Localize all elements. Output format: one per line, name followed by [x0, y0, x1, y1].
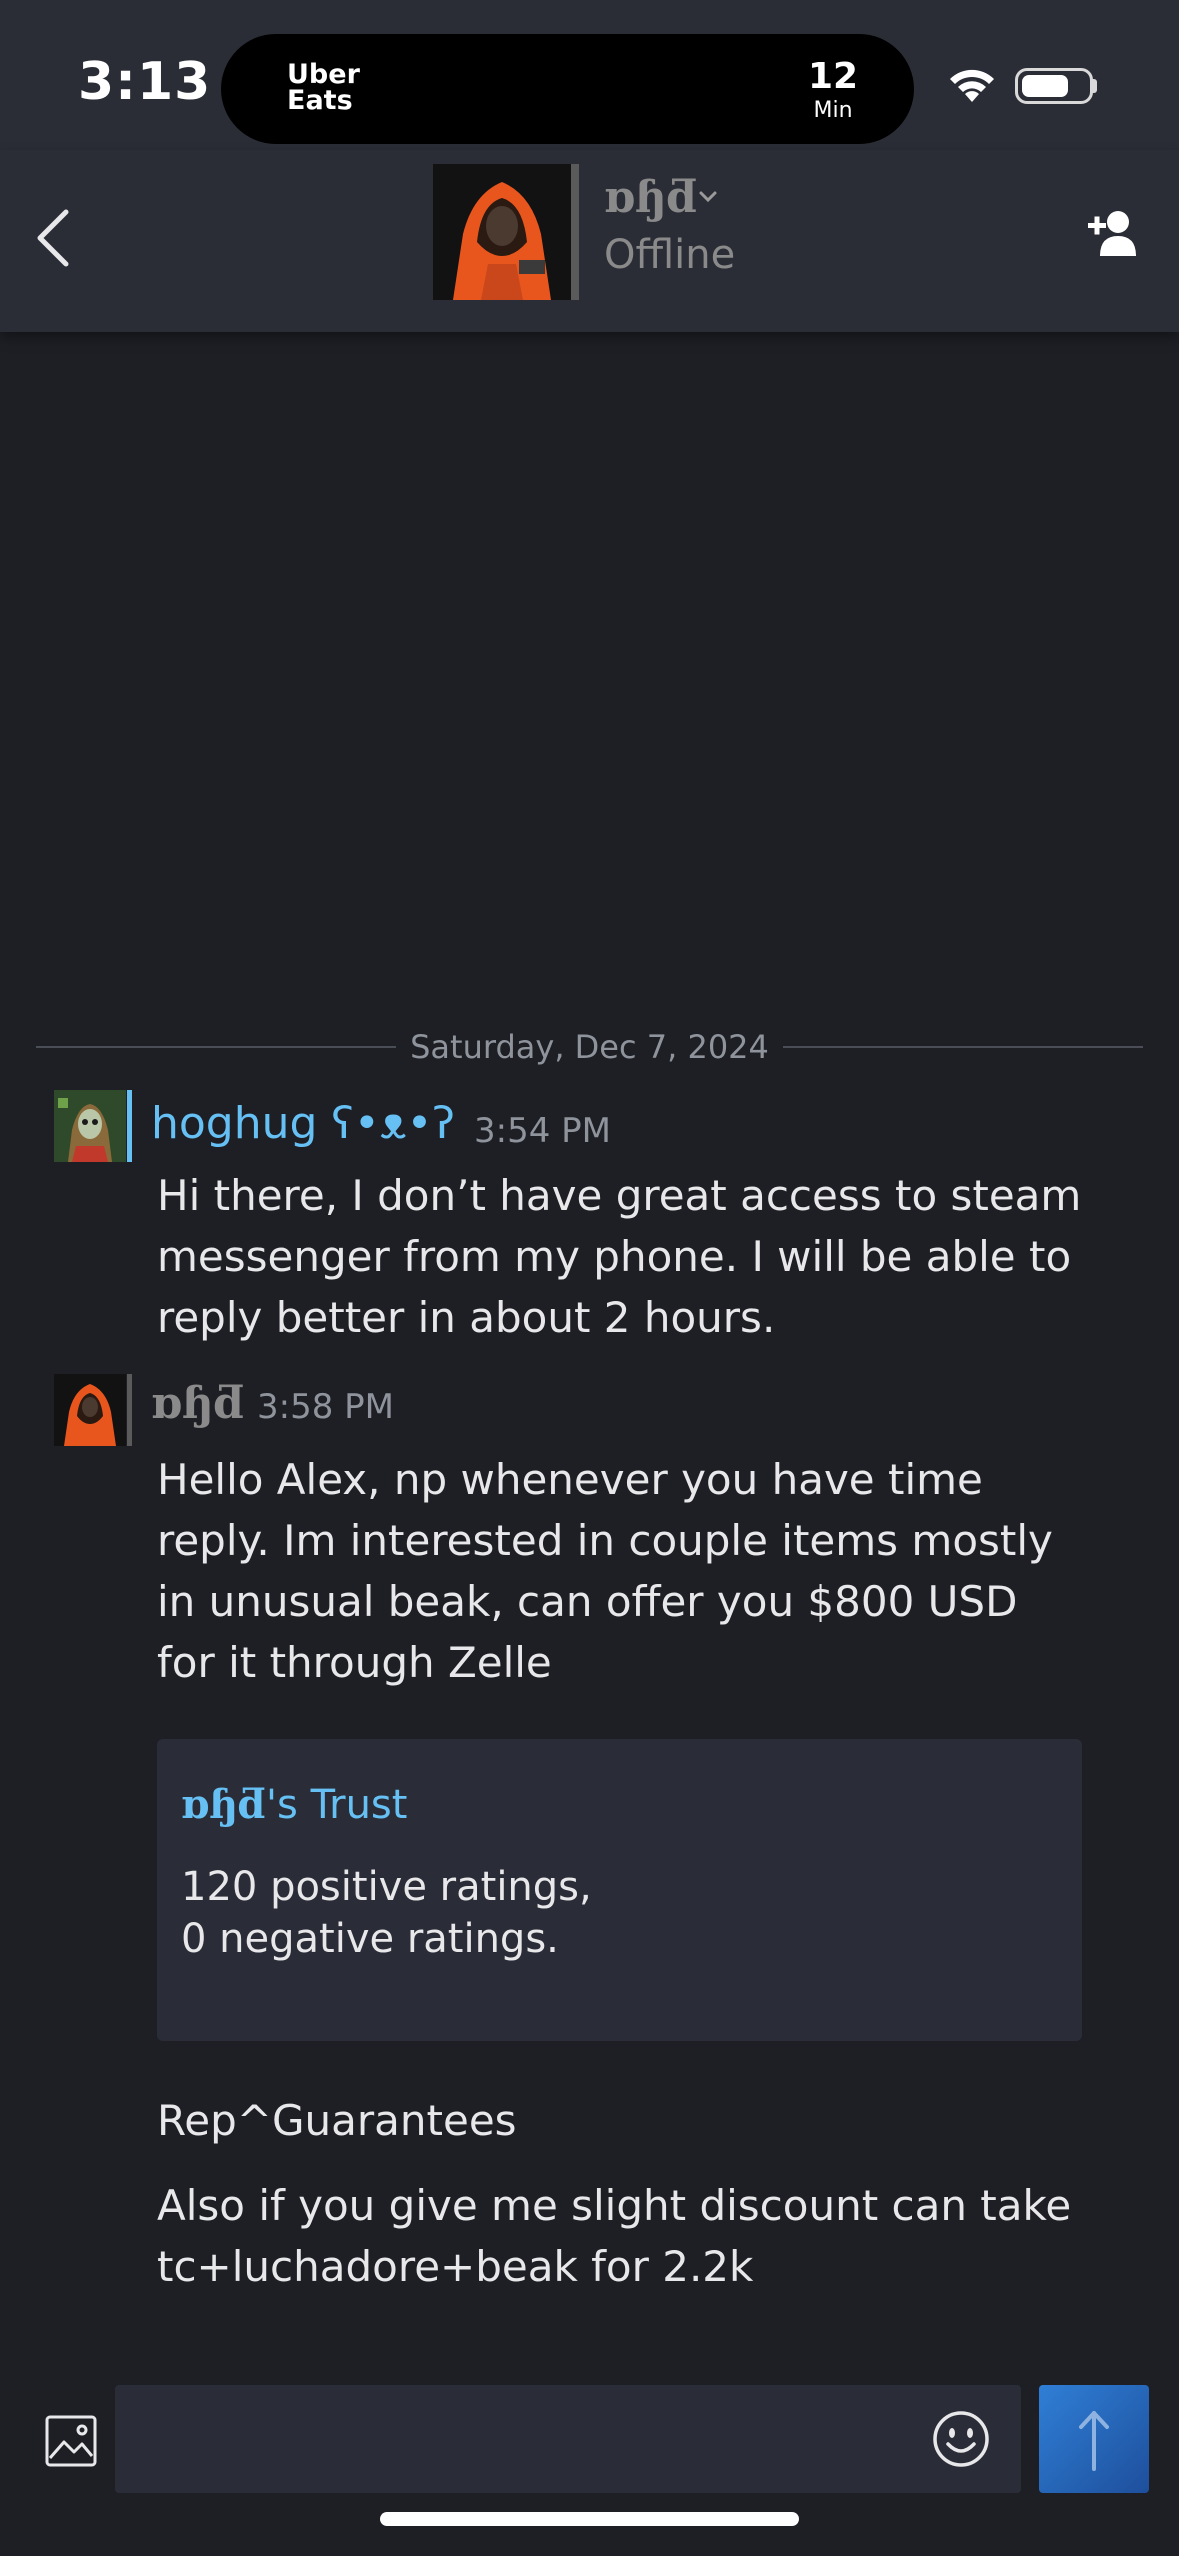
status-bar: 3:13 Uber Eats 12 Min	[0, 0, 1179, 150]
trust-embed-card[interactable]: ɒɧƌ's Trust 120 positive ratings, 0 nega…	[157, 1739, 1082, 2041]
sender-online-bar	[127, 1090, 132, 1162]
divider-line-right	[783, 1046, 1143, 1048]
message-input[interactable]	[115, 2385, 1021, 2493]
sender-offline-bar	[127, 1374, 132, 1446]
hooded-figure-avatar-art	[54, 1374, 126, 1446]
trust-embed-title[interactable]: ɒɧƌ's Trust	[181, 1781, 407, 1828]
emoji-icon[interactable]	[932, 2410, 990, 2468]
add-friend-icon[interactable]	[1088, 206, 1140, 258]
message-composer	[0, 2370, 1179, 2556]
live-activity-app-name: Uber Eats	[287, 59, 360, 116]
battery-cap	[1092, 79, 1097, 93]
message-body-continued: Also if you give me slight discount can …	[157, 2181, 1072, 2291]
message-time: 3:58 PM	[257, 1387, 394, 1427]
battery-icon	[1015, 68, 1093, 104]
dynamic-island-live-activity[interactable]: Uber Eats 12 Min	[221, 34, 914, 144]
date-divider: Saturday, Dec 7, 2024	[36, 1028, 1143, 1066]
trust-embed-ratings: 120 positive ratings, 0 negative ratings…	[181, 1864, 592, 1962]
eta-value: 12	[807, 56, 859, 97]
contact-status: Offline	[604, 232, 736, 278]
chevron-down-icon[interactable]	[698, 190, 718, 204]
sender-avatar[interactable]	[54, 1090, 126, 1162]
send-arrow-icon	[1079, 2411, 1109, 2471]
send-button[interactable]	[1039, 2385, 1149, 2493]
message-body-continued: Rep^Guarantees	[157, 2096, 517, 2145]
chat-header: ɒɧƌ Offline	[0, 150, 1179, 332]
image-icon[interactable]	[44, 2414, 98, 2468]
message-sender[interactable]: hoghug ʕ•ᴥ•ʔ	[151, 1098, 455, 1149]
home-indicator[interactable]	[380, 2512, 799, 2526]
clock: 3:13	[78, 52, 212, 112]
sender-avatar[interactable]	[54, 1374, 126, 1446]
creature-avatar-art	[54, 1090, 126, 1162]
message-body: Hi there, I don’t have great access to s…	[157, 1171, 1082, 1342]
message-body: Hello Alex, np whenever you have time re…	[157, 1455, 1053, 1687]
contact-name[interactable]: ɒɧƌ	[604, 172, 698, 223]
message-time: 3:54 PM	[474, 1111, 611, 1151]
wifi-icon	[950, 69, 994, 102]
back-chevron-icon[interactable]	[30, 202, 90, 274]
hooded-figure-avatar-art	[433, 164, 571, 300]
avatar-status-bar	[571, 164, 579, 300]
contact-avatar[interactable]	[433, 164, 571, 300]
message-sender[interactable]: ɒɧƌ	[151, 1378, 245, 1429]
eta-unit: Min	[813, 98, 853, 123]
